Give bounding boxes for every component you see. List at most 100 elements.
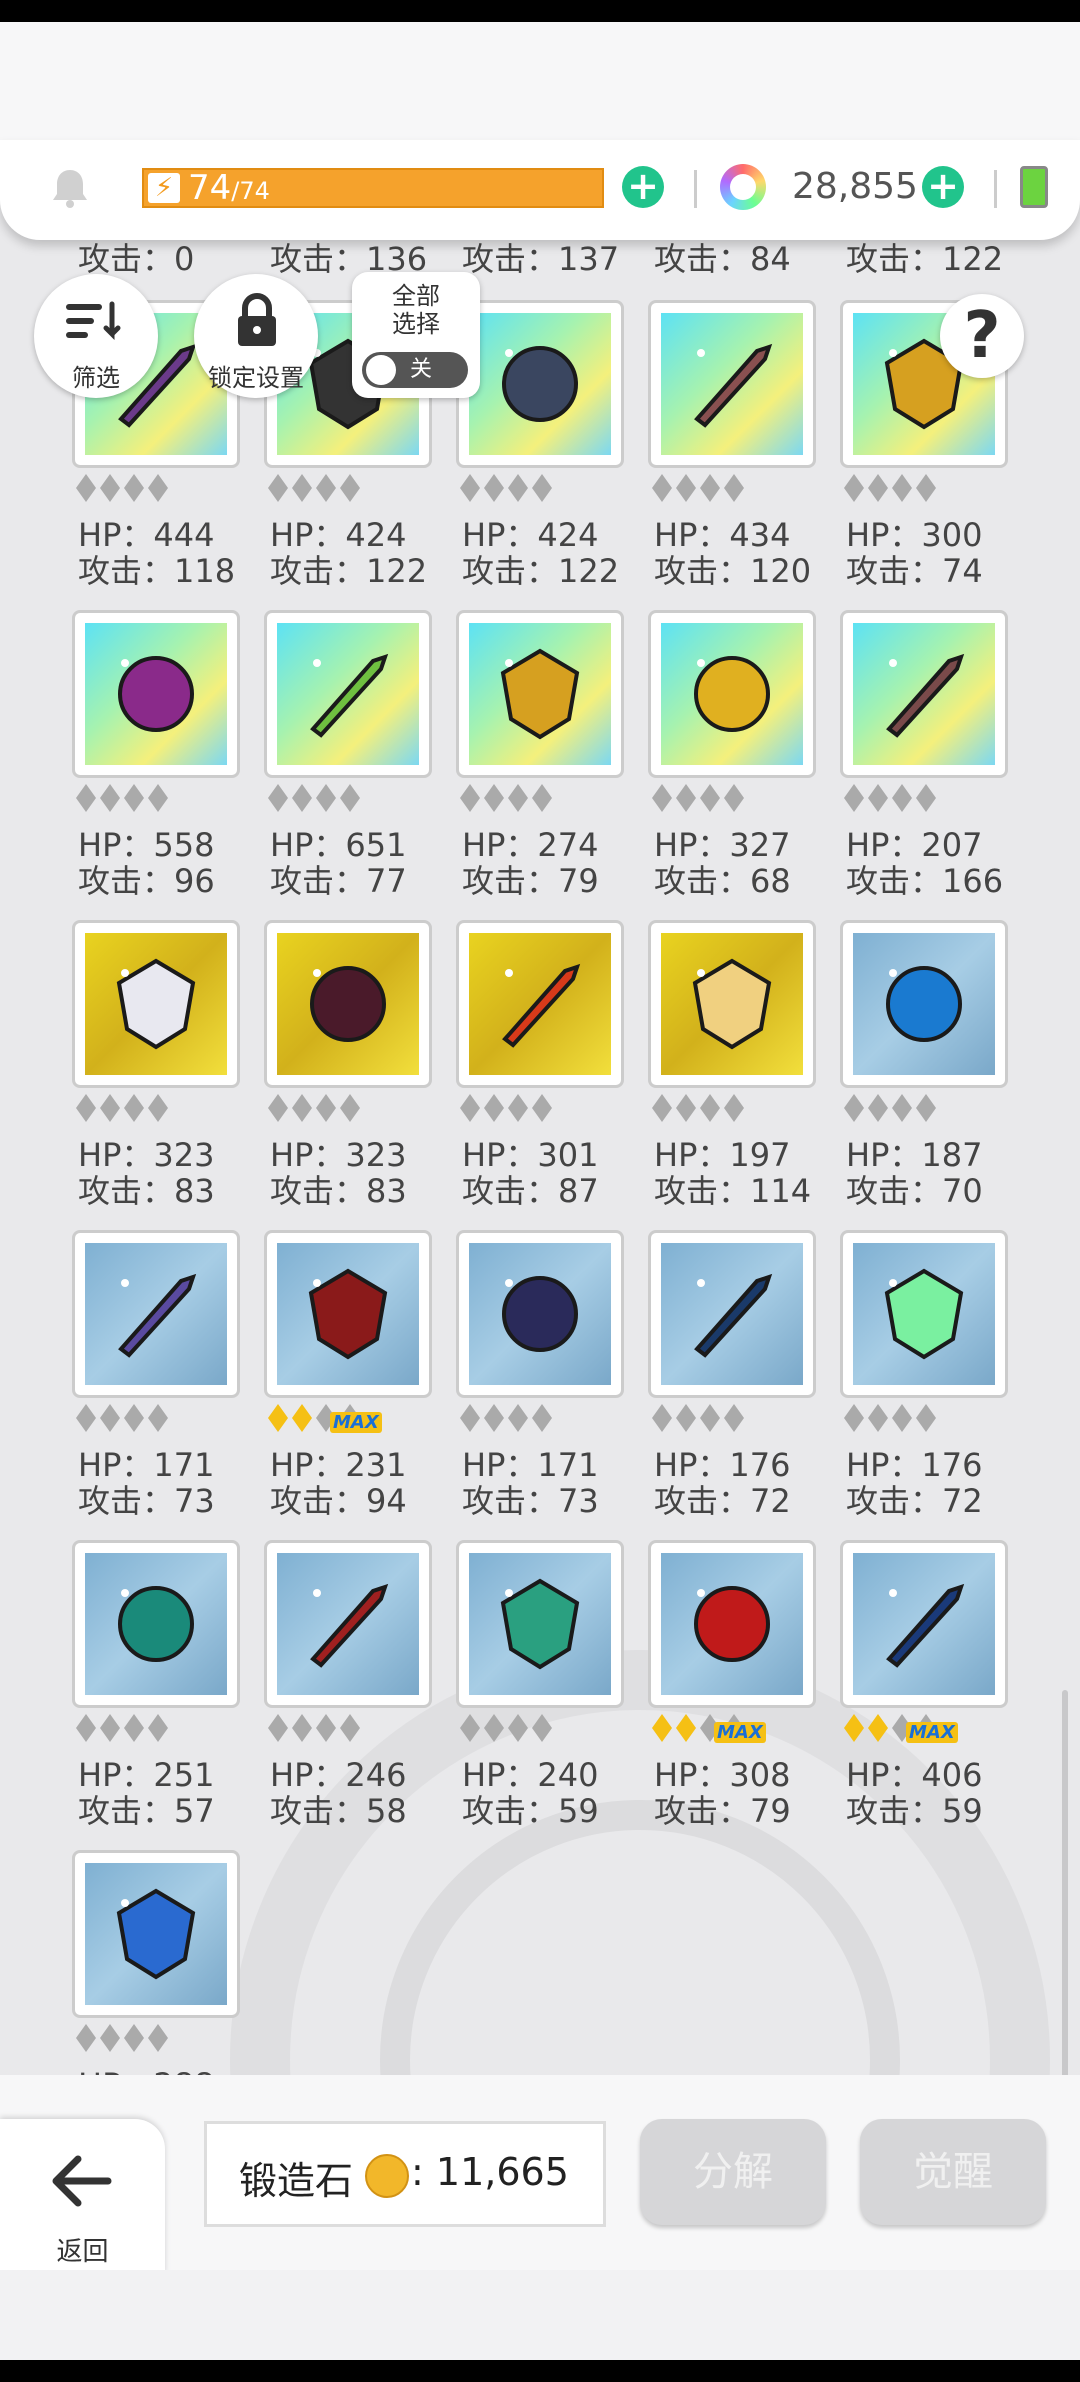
equipment-item[interactable]: HP：171 攻击：73 bbox=[72, 1230, 240, 1530]
equipment-item[interactable]: HP：240 攻击：59 bbox=[456, 1540, 624, 1840]
awaken-button[interactable]: 觉醒 bbox=[860, 2119, 1046, 2225]
equipment-card[interactable] bbox=[840, 920, 1008, 1088]
star-rating bbox=[268, 474, 438, 508]
equipment-card[interactable] bbox=[840, 610, 1008, 778]
star-rating bbox=[460, 1714, 630, 1748]
attack-stat: 攻击：87 bbox=[462, 1172, 599, 1210]
equipment-card[interactable] bbox=[648, 920, 816, 1088]
star-diamond-icon bbox=[460, 1714, 480, 1742]
equipment-card[interactable] bbox=[72, 1540, 240, 1708]
equipment-card[interactable] bbox=[264, 1540, 432, 1708]
star-rating bbox=[76, 474, 246, 508]
star-diamond-icon bbox=[484, 1404, 504, 1432]
divider bbox=[694, 170, 697, 208]
star-diamond-icon bbox=[100, 1404, 120, 1432]
equipment-image bbox=[661, 623, 803, 765]
equipment-card[interactable] bbox=[456, 610, 624, 778]
equipment-card[interactable] bbox=[72, 920, 240, 1088]
equipment-item[interactable]: HP：274 攻击：79 bbox=[456, 610, 624, 910]
equipment-item[interactable]: HP：207 攻击：166 bbox=[840, 610, 1008, 910]
equipment-item[interactable]: HP：651 攻击：77 bbox=[264, 610, 432, 910]
lock-settings-button[interactable]: 锁定设置 bbox=[194, 274, 318, 398]
equipment-card[interactable] bbox=[648, 300, 816, 468]
equipment-item[interactable]: HP：176 攻击：72 bbox=[648, 1230, 816, 1530]
star-rating bbox=[268, 1094, 438, 1128]
equipment-item[interactable]: HP：176 攻击：72 bbox=[840, 1230, 1008, 1530]
star-rating: MAX bbox=[652, 1714, 822, 1748]
equipment-item[interactable]: HP：434 攻击：120 bbox=[648, 300, 816, 600]
equipment-card[interactable] bbox=[456, 1230, 624, 1398]
equipment-card[interactable] bbox=[648, 610, 816, 778]
equipment-card[interactable] bbox=[840, 1230, 1008, 1398]
decompose-button[interactable]: 分解 bbox=[640, 2119, 826, 2225]
star-diamond-icon bbox=[484, 1094, 504, 1122]
star-diamond-icon bbox=[652, 1094, 672, 1122]
star-diamond-icon bbox=[316, 1094, 336, 1122]
back-button[interactable]: 返回 bbox=[0, 2119, 165, 2275]
equipment-item[interactable]: HP：246 攻击：58 bbox=[264, 1540, 432, 1840]
system-status-bar bbox=[0, 0, 1080, 22]
equipment-item[interactable]: HP：424 攻击：122 bbox=[456, 300, 624, 600]
equipment-card[interactable] bbox=[264, 920, 432, 1088]
equipment-item[interactable]: HP：288 bbox=[72, 1850, 240, 2078]
equipment-card[interactable] bbox=[456, 300, 624, 468]
equipment-card[interactable] bbox=[72, 610, 240, 778]
gauntlet-icon bbox=[502, 346, 578, 422]
star-diamond-icon bbox=[292, 1714, 312, 1742]
equipment-item[interactable]: HP：323 攻击：83 bbox=[72, 920, 240, 1220]
equipment-item[interactable]: HP：251 攻击：57 bbox=[72, 1540, 240, 1840]
star-diamond-icon bbox=[676, 1404, 696, 1432]
star-diamond-icon bbox=[124, 1404, 144, 1432]
equipment-card[interactable] bbox=[456, 1540, 624, 1708]
help-button[interactable]: ? bbox=[940, 294, 1024, 378]
system-nav-bar bbox=[0, 2360, 1080, 2382]
star-diamond-icon bbox=[124, 1094, 144, 1122]
equipment-card[interactable] bbox=[648, 1540, 816, 1708]
forge-stone-label: 锻造石 bbox=[239, 2159, 354, 2203]
bell-icon[interactable] bbox=[48, 166, 92, 210]
equipment-item[interactable]: HP：327 攻击：68 bbox=[648, 610, 816, 910]
filter-button[interactable]: 筛选 bbox=[34, 274, 158, 398]
equipment-item[interactable]: MAX HP：308 攻击：79 bbox=[648, 1540, 816, 1840]
attack-stat: 攻击：83 bbox=[270, 1172, 407, 1210]
energy-bar: ⚡ 74/74 bbox=[142, 168, 604, 208]
equipment-item[interactable]: HP：558 攻击：96 bbox=[72, 610, 240, 910]
star-diamond-icon bbox=[892, 1404, 912, 1432]
star-diamond-icon bbox=[652, 1404, 672, 1432]
equipment-card[interactable] bbox=[72, 1850, 240, 2018]
equipment-card[interactable] bbox=[264, 610, 432, 778]
equipment-item[interactable]: MAX HP：231 攻击：94 bbox=[264, 1230, 432, 1530]
star-diamond-icon bbox=[340, 1714, 360, 1742]
equipment-item[interactable]: HP：323 攻击：83 bbox=[264, 920, 432, 1220]
top-blank-area bbox=[0, 22, 1080, 142]
star-diamond-icon bbox=[724, 1094, 744, 1122]
cutoff-attack-stat: 攻击：84 bbox=[654, 240, 791, 278]
equipment-image bbox=[469, 1553, 611, 1695]
equipment-image bbox=[469, 623, 611, 765]
equipment-card[interactable] bbox=[264, 1230, 432, 1398]
add-energy-button[interactable]: + bbox=[622, 166, 664, 208]
equipment-card[interactable] bbox=[72, 1230, 240, 1398]
attack-stat: 攻击：59 bbox=[846, 1792, 983, 1830]
equipment-item[interactable]: HP：197 攻击：114 bbox=[648, 920, 816, 1220]
equipment-item[interactable]: HP：187 攻击：70 bbox=[840, 920, 1008, 1220]
select-all-panel: 全部 选择 关 bbox=[352, 272, 480, 398]
select-all-toggle[interactable]: 关 bbox=[362, 352, 468, 388]
star-rating bbox=[76, 1094, 246, 1128]
equipment-item[interactable]: MAX HP：406 攻击：59 bbox=[840, 1540, 1008, 1840]
scrollbar[interactable] bbox=[1062, 1690, 1068, 2078]
star-rating bbox=[652, 1404, 822, 1438]
equipment-item[interactable]: HP：171 攻击：73 bbox=[456, 1230, 624, 1530]
equipment-card[interactable] bbox=[456, 920, 624, 1088]
equipment-item[interactable]: HP：301 攻击：87 bbox=[456, 920, 624, 1220]
attack-stat: 攻击：70 bbox=[846, 1172, 983, 1210]
star-diamond-icon bbox=[892, 474, 912, 502]
add-gems-button[interactable]: + bbox=[922, 166, 964, 208]
star-diamond-icon bbox=[868, 1714, 888, 1742]
star-diamond-icon bbox=[844, 474, 864, 502]
max-badge: MAX bbox=[714, 1722, 766, 1743]
equipment-card[interactable] bbox=[648, 1230, 816, 1398]
equipment-card[interactable] bbox=[840, 1540, 1008, 1708]
crossbow-icon bbox=[116, 958, 196, 1050]
star-diamond-icon bbox=[292, 474, 312, 502]
